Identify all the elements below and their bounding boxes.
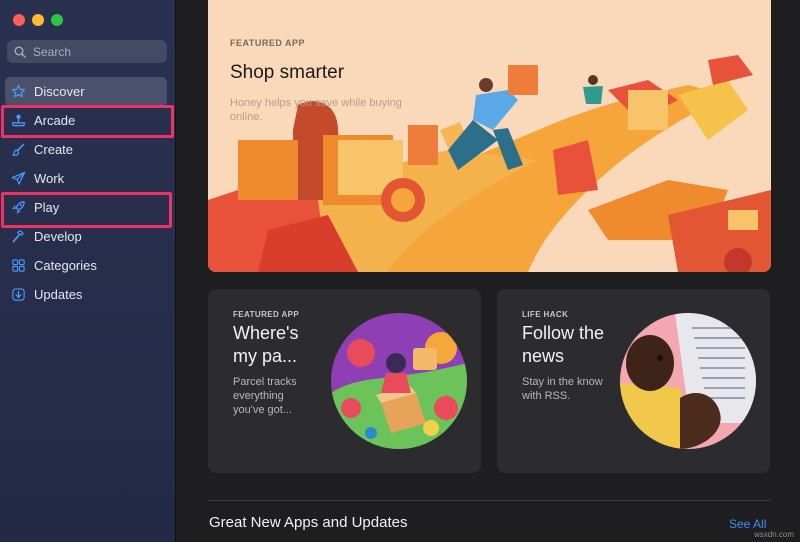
star-icon: [11, 84, 26, 98]
search-icon: [14, 46, 26, 58]
sidebar-item-label: Discover: [34, 84, 85, 99]
featured-card-news[interactable]: LIFE HACK Follow the news Stay in the kn…: [497, 289, 770, 473]
parcel-illustration: [331, 313, 467, 449]
main-content: FEATURED APP Shop smarter Honey helps yo…: [176, 0, 800, 542]
section-title: Great New Apps and Updates: [209, 514, 408, 531]
sidebar-item-label: Work: [34, 171, 65, 186]
hero-description: Honey helps you save while buying online…: [230, 97, 402, 123]
sidebar-item-updates[interactable]: Updates: [5, 280, 167, 309]
featured-hero-card[interactable]: FEATURED APP Shop smarter Honey helps yo…: [208, 0, 771, 272]
card-description: Stay in the know with RSS.: [522, 376, 603, 402]
grid-icon: [12, 259, 25, 272]
card-eyebrow: FEATURED APP: [233, 310, 300, 319]
paper-plane-icon: [11, 171, 26, 185]
sidebar-item-create[interactable]: Create: [5, 135, 167, 164]
news-illustration: [620, 313, 756, 449]
card-eyebrow: LIFE HACK: [522, 310, 569, 319]
sidebar-item-discover[interactable]: Discover: [5, 77, 167, 106]
sidebar-item-work[interactable]: Work: [5, 164, 167, 193]
sidebar: Search Discover Arcade Create Work Play …: [0, 0, 176, 542]
section-divider: [208, 500, 771, 501]
search-placeholder: Search: [33, 44, 72, 59]
window-controls: [13, 14, 63, 26]
brush-icon: [12, 143, 25, 156]
sidebar-item-label: Develop: [34, 229, 82, 244]
sidebar-item-label: Create: [34, 142, 74, 157]
sidebar-item-categories[interactable]: Categories: [5, 251, 167, 280]
sidebar-item-label: Categories: [34, 258, 97, 273]
highlight-box-arcade: [1, 105, 174, 138]
download-icon: [12, 288, 25, 301]
sidebar-item-label: Updates: [34, 287, 83, 302]
close-button[interactable]: [13, 14, 25, 26]
card-description: Parcel tracks everything you've got...: [233, 376, 297, 416]
hero-title: Shop smarter: [230, 62, 345, 83]
highlight-box-play: [1, 192, 172, 228]
zoom-button[interactable]: [51, 14, 63, 26]
card-title: Follow the news: [522, 323, 605, 366]
see-all-link[interactable]: See All: [729, 517, 766, 531]
hero-eyebrow: FEATURED APP: [230, 38, 306, 48]
search-field[interactable]: Search: [7, 40, 167, 63]
featured-card-parcel[interactable]: FEATURED APP Where's my pa... Parcel tra…: [208, 289, 481, 473]
minimize-button[interactable]: [32, 14, 44, 26]
watermark: wsxdn.com: [753, 530, 794, 539]
card-title: Where's my pa...: [233, 323, 299, 366]
hammer-icon: [12, 230, 24, 243]
